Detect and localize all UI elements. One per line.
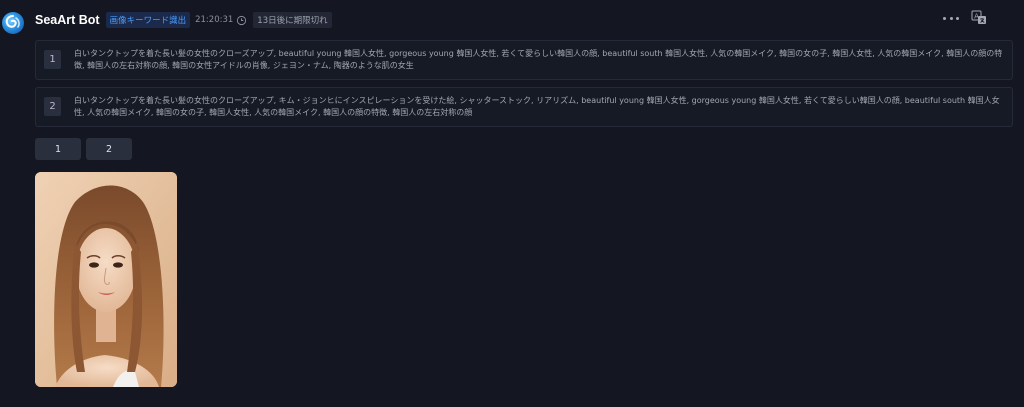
prompt-select-button-1[interactable]: 1: [35, 138, 81, 160]
prompt-select-button-2[interactable]: 2: [86, 138, 132, 160]
expiry-badge: 13日後に期限切れ: [253, 12, 332, 28]
more-horizontal-icon[interactable]: [943, 11, 959, 25]
prompt-text[interactable]: 白いタンクトップを着た長い髪の女性のクローズアップ, beautiful you…: [74, 48, 1006, 72]
generated-image[interactable]: [35, 172, 177, 387]
message-header: SeaArt Bot 画像キーワード識出 21:20:31 13日後に期限切れ: [35, 11, 332, 29]
translate-icon[interactable]: A: [971, 10, 987, 26]
task-tag: 画像キーワード識出: [105, 12, 191, 28]
prompt-item: 2 白いタンクトップを着た長い髪の女性のクローズアップ, キム・ジョンヒにインス…: [35, 87, 1013, 127]
bot-name[interactable]: SeaArt Bot: [35, 13, 100, 27]
prompt-number: 2: [44, 97, 61, 116]
seaart-logo-icon[interactable]: [2, 12, 24, 34]
prompt-number: 1: [44, 50, 61, 69]
prompt-item: 1 白いタンクトップを着た長い髪の女性のクローズアップ, beautiful y…: [35, 40, 1013, 80]
prompt-text[interactable]: 白いタンクトップを着た長い髪の女性のクローズアップ, キム・ジョンヒにインスピレ…: [74, 95, 1006, 119]
message-time: 21:20:31: [195, 15, 234, 25]
clock-icon: [237, 15, 247, 25]
